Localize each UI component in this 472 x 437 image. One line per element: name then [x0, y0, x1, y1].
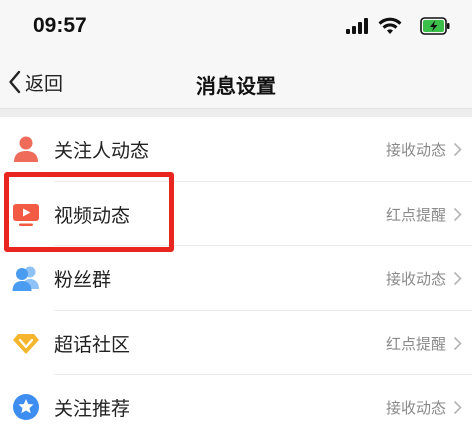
- row-label: 关注推荐: [54, 398, 131, 420]
- screen: 09:57 返回 消息设置 关注人动态 接收动态 视频动态 红点提醒 粉丝群 接…: [0, 0, 472, 437]
- chevron-right-icon: [453, 142, 462, 157]
- row-label: 超话社区: [54, 333, 131, 356]
- signal-icon: [346, 18, 368, 34]
- settings-list: 关注人动态 接收动态 视频动态 红点提醒 粉丝群 接收动态 超话社区 红点提醒 …: [0, 117, 472, 437]
- nav-bar: 返回 消息设置: [0, 56, 472, 108]
- wifi-icon: [378, 17, 402, 34]
- list-item-follow-recommend[interactable]: 关注推荐 接收动态: [0, 375, 472, 437]
- diamond-icon: [13, 333, 39, 354]
- row-value: 红点提醒: [385, 205, 446, 224]
- battery-icon: [420, 17, 450, 35]
- row-value: 接收动态: [385, 141, 446, 159]
- section-gap: [0, 108, 472, 117]
- status-time: 09:57: [33, 14, 87, 37]
- chevron-right-icon: [453, 207, 462, 221]
- row-value: 接收动态: [385, 399, 446, 417]
- row-value: 接收动态: [385, 270, 446, 288]
- chevron-right-icon: [453, 336, 462, 350]
- row-label: 关注人动态: [54, 140, 150, 162]
- group-icon: [12, 266, 39, 291]
- page-title: 消息设置: [196, 74, 276, 98]
- status-bar: 09:57: [0, 0, 472, 56]
- row-value: 红点提醒: [385, 334, 446, 353]
- list-item-super-topic[interactable]: 超话社区 红点提醒: [0, 310, 472, 375]
- chevron-right-icon: [453, 271, 462, 286]
- highlight-box: [4, 172, 174, 252]
- row-label: 粉丝群: [54, 269, 112, 291]
- list-item-fan-group[interactable]: 粉丝群 接收动态: [0, 246, 472, 311]
- person-icon: [14, 136, 38, 162]
- chevron-right-icon: [453, 400, 462, 415]
- star-icon: [13, 394, 39, 420]
